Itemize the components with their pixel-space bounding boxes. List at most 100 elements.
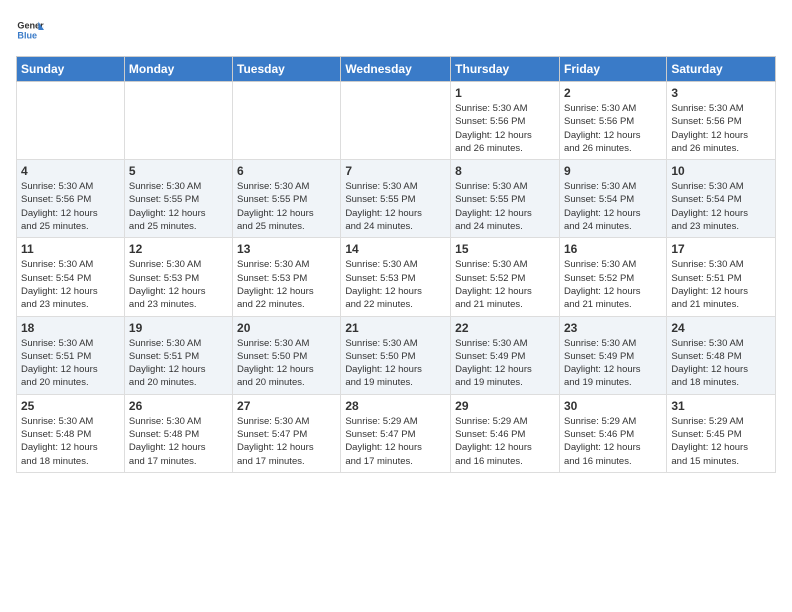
day-number: 11 <box>21 242 120 256</box>
day-info: Sunrise: 5:30 AM Sunset: 5:55 PM Dayligh… <box>237 180 336 233</box>
day-info: Sunrise: 5:30 AM Sunset: 5:51 PM Dayligh… <box>129 337 228 390</box>
day-number: 3 <box>671 86 771 100</box>
calendar-day-4: 4 Sunrise: 5:30 AM Sunset: 5:56 PM Daylig… <box>17 160 125 238</box>
day-number: 14 <box>345 242 446 256</box>
calendar-day-27: 27Sunrise: 5:30 AM Sunset: 5:47 PM Dayli… <box>233 394 341 472</box>
calendar-day-26: 26 Sunrise: 5:30 AM Sunset: 5:48 PM Dayli… <box>124 394 232 472</box>
day-info: Sunrise: 5:30 AM Sunset: 5:56 PM Dayligh… <box>671 102 771 155</box>
calendar-day-12: 12 Sunrise: 5:30 AM Sunset: 5:53 PM Dayli… <box>124 238 232 316</box>
svg-text:Blue: Blue <box>17 30 37 40</box>
calendar-week-row: 25 Sunrise: 5:30 AM Sunset: 5:48 PM Dayli… <box>17 394 776 472</box>
day-info: Sunrise: 5:30 AM Sunset: 5:48 PM Dayligh… <box>129 415 228 468</box>
day-number: 18 <box>21 321 120 335</box>
day-info: Sunrise: 5:29 AM Sunset: 5:46 PM Dayligh… <box>455 415 555 468</box>
day-info: Sunrise: 5:30 AM Sunset: 5:48 PM Dayligh… <box>21 415 120 468</box>
day-number: 26 <box>129 399 228 413</box>
day-info: Sunrise: 5:30 AM Sunset: 5:49 PM Dayligh… <box>455 337 555 390</box>
day-info: Sunrise: 5:30 AM Sunset: 5:54 PM Dayligh… <box>564 180 662 233</box>
calendar-day-23: 23 Sunrise: 5:30 AM Sunset: 5:49 PM Dayli… <box>559 316 666 394</box>
day-info: Sunrise: 5:30 AM Sunset: 5:56 PM Dayligh… <box>21 180 120 233</box>
calendar-body: 1 Sunrise: 5:30 AM Sunset: 5:56 PM Daylig… <box>17 82 776 473</box>
day-info: Sunrise: 5:30 AM Sunset: 5:55 PM Dayligh… <box>455 180 555 233</box>
day-info: Sunrise: 5:29 AM Sunset: 5:47 PM Dayligh… <box>345 415 446 468</box>
calendar-table: SundayMondayTuesdayWednesdayThursdayFrid… <box>16 56 776 473</box>
calendar-header: SundayMondayTuesdayWednesdayThursdayFrid… <box>17 57 776 82</box>
weekday-header-thursday: Thursday <box>451 57 560 82</box>
weekday-header-tuesday: Tuesday <box>233 57 341 82</box>
calendar-day-14: 14 Sunrise: 5:30 AM Sunset: 5:53 PM Dayli… <box>341 238 451 316</box>
page-header: General Blue <box>16 16 776 44</box>
logo-icon: General Blue <box>16 16 44 44</box>
day-info: Sunrise: 5:30 AM Sunset: 5:55 PM Dayligh… <box>345 180 446 233</box>
day-number: 19 <box>129 321 228 335</box>
logo: General Blue <box>16 16 44 44</box>
calendar-day-19: 19 Sunrise: 5:30 AM Sunset: 5:51 PM Dayli… <box>124 316 232 394</box>
day-info: Sunrise: 5:29 AM Sunset: 5:46 PM Dayligh… <box>564 415 662 468</box>
day-info: Sunrise: 5:30 AM Sunset: 5:55 PM Dayligh… <box>129 180 228 233</box>
calendar-day-7: 7 Sunrise: 5:30 AM Sunset: 5:55 PM Daylig… <box>341 160 451 238</box>
day-number: 7 <box>345 164 446 178</box>
day-number: 2 <box>564 86 662 100</box>
calendar-day-28: 28 Sunrise: 5:29 AM Sunset: 5:47 PM Dayli… <box>341 394 451 472</box>
day-number: 15 <box>455 242 555 256</box>
calendar-day-20: 20 Sunrise: 5:30 AM Sunset: 5:50 PM Dayli… <box>233 316 341 394</box>
day-number: 28 <box>345 399 446 413</box>
day-number: 1 <box>455 86 555 100</box>
day-info: Sunrise: 5:30 AM Sunset: 5:53 PM Dayligh… <box>237 258 336 311</box>
day-info: Sunrise: 5:30 AM Sunset: 5:50 PM Dayligh… <box>237 337 336 390</box>
weekday-header-saturday: Saturday <box>667 57 776 82</box>
day-info: Sunrise: 5:30 AM Sunset: 5:47 PM Dayligh… <box>237 415 336 468</box>
calendar-day-8: 8 Sunrise: 5:30 AM Sunset: 5:55 PM Daylig… <box>451 160 560 238</box>
day-number: 25 <box>21 399 120 413</box>
day-number: 5 <box>129 164 228 178</box>
calendar-day-22: 22Sunrise: 5:30 AM Sunset: 5:49 PM Dayli… <box>451 316 560 394</box>
day-number: 24 <box>671 321 771 335</box>
calendar-day-31: 31 Sunrise: 5:29 AM Sunset: 5:45 PM Dayli… <box>667 394 776 472</box>
weekday-header-friday: Friday <box>559 57 666 82</box>
weekday-header-wednesday: Wednesday <box>341 57 451 82</box>
day-number: 4 <box>21 164 120 178</box>
day-info: Sunrise: 5:30 AM Sunset: 5:54 PM Dayligh… <box>671 180 771 233</box>
day-info: Sunrise: 5:30 AM Sunset: 5:52 PM Dayligh… <box>564 258 662 311</box>
calendar-day-21: 21Sunrise: 5:30 AM Sunset: 5:50 PM Dayli… <box>341 316 451 394</box>
calendar-day-empty <box>341 82 451 160</box>
day-number: 9 <box>564 164 662 178</box>
day-number: 12 <box>129 242 228 256</box>
day-info: Sunrise: 5:30 AM Sunset: 5:48 PM Dayligh… <box>671 337 771 390</box>
calendar-week-row: 4 Sunrise: 5:30 AM Sunset: 5:56 PM Daylig… <box>17 160 776 238</box>
day-number: 23 <box>564 321 662 335</box>
day-number: 8 <box>455 164 555 178</box>
calendar-day-3: 3 Sunrise: 5:30 AM Sunset: 5:56 PM Daylig… <box>667 82 776 160</box>
day-info: Sunrise: 5:30 AM Sunset: 5:54 PM Dayligh… <box>21 258 120 311</box>
calendar-day-10: 10Sunrise: 5:30 AM Sunset: 5:54 PM Dayli… <box>667 160 776 238</box>
calendar-day-29: 29 Sunrise: 5:29 AM Sunset: 5:46 PM Dayli… <box>451 394 560 472</box>
day-info: Sunrise: 5:30 AM Sunset: 5:51 PM Dayligh… <box>671 258 771 311</box>
day-info: Sunrise: 5:29 AM Sunset: 5:45 PM Dayligh… <box>671 415 771 468</box>
calendar-day-empty <box>124 82 232 160</box>
day-info: Sunrise: 5:30 AM Sunset: 5:52 PM Dayligh… <box>455 258 555 311</box>
calendar-day-2: 2 Sunrise: 5:30 AM Sunset: 5:56 PM Daylig… <box>559 82 666 160</box>
day-number: 6 <box>237 164 336 178</box>
day-number: 13 <box>237 242 336 256</box>
weekday-header-monday: Monday <box>124 57 232 82</box>
calendar-day-17: 17Sunrise: 5:30 AM Sunset: 5:51 PM Dayli… <box>667 238 776 316</box>
calendar-day-empty <box>17 82 125 160</box>
day-info: Sunrise: 5:30 AM Sunset: 5:51 PM Dayligh… <box>21 337 120 390</box>
day-info: Sunrise: 5:30 AM Sunset: 5:50 PM Dayligh… <box>345 337 446 390</box>
calendar-day-5: 5 Sunrise: 5:30 AM Sunset: 5:55 PM Daylig… <box>124 160 232 238</box>
day-info: Sunrise: 5:30 AM Sunset: 5:49 PM Dayligh… <box>564 337 662 390</box>
calendar-day-6: 6 Sunrise: 5:30 AM Sunset: 5:55 PM Daylig… <box>233 160 341 238</box>
calendar-day-empty <box>233 82 341 160</box>
day-info: Sunrise: 5:30 AM Sunset: 5:56 PM Dayligh… <box>564 102 662 155</box>
day-number: 16 <box>564 242 662 256</box>
calendar-day-11: 11 Sunrise: 5:30 AM Sunset: 5:54 PM Dayli… <box>17 238 125 316</box>
day-info: Sunrise: 5:30 AM Sunset: 5:53 PM Dayligh… <box>129 258 228 311</box>
day-number: 31 <box>671 399 771 413</box>
calendar-day-15: 15 Sunrise: 5:30 AM Sunset: 5:52 PM Dayli… <box>451 238 560 316</box>
day-number: 29 <box>455 399 555 413</box>
day-number: 20 <box>237 321 336 335</box>
weekday-header-row: SundayMondayTuesdayWednesdayThursdayFrid… <box>17 57 776 82</box>
calendar-day-13: 13 Sunrise: 5:30 AM Sunset: 5:53 PM Dayli… <box>233 238 341 316</box>
day-info: Sunrise: 5:30 AM Sunset: 5:53 PM Dayligh… <box>345 258 446 311</box>
day-number: 30 <box>564 399 662 413</box>
